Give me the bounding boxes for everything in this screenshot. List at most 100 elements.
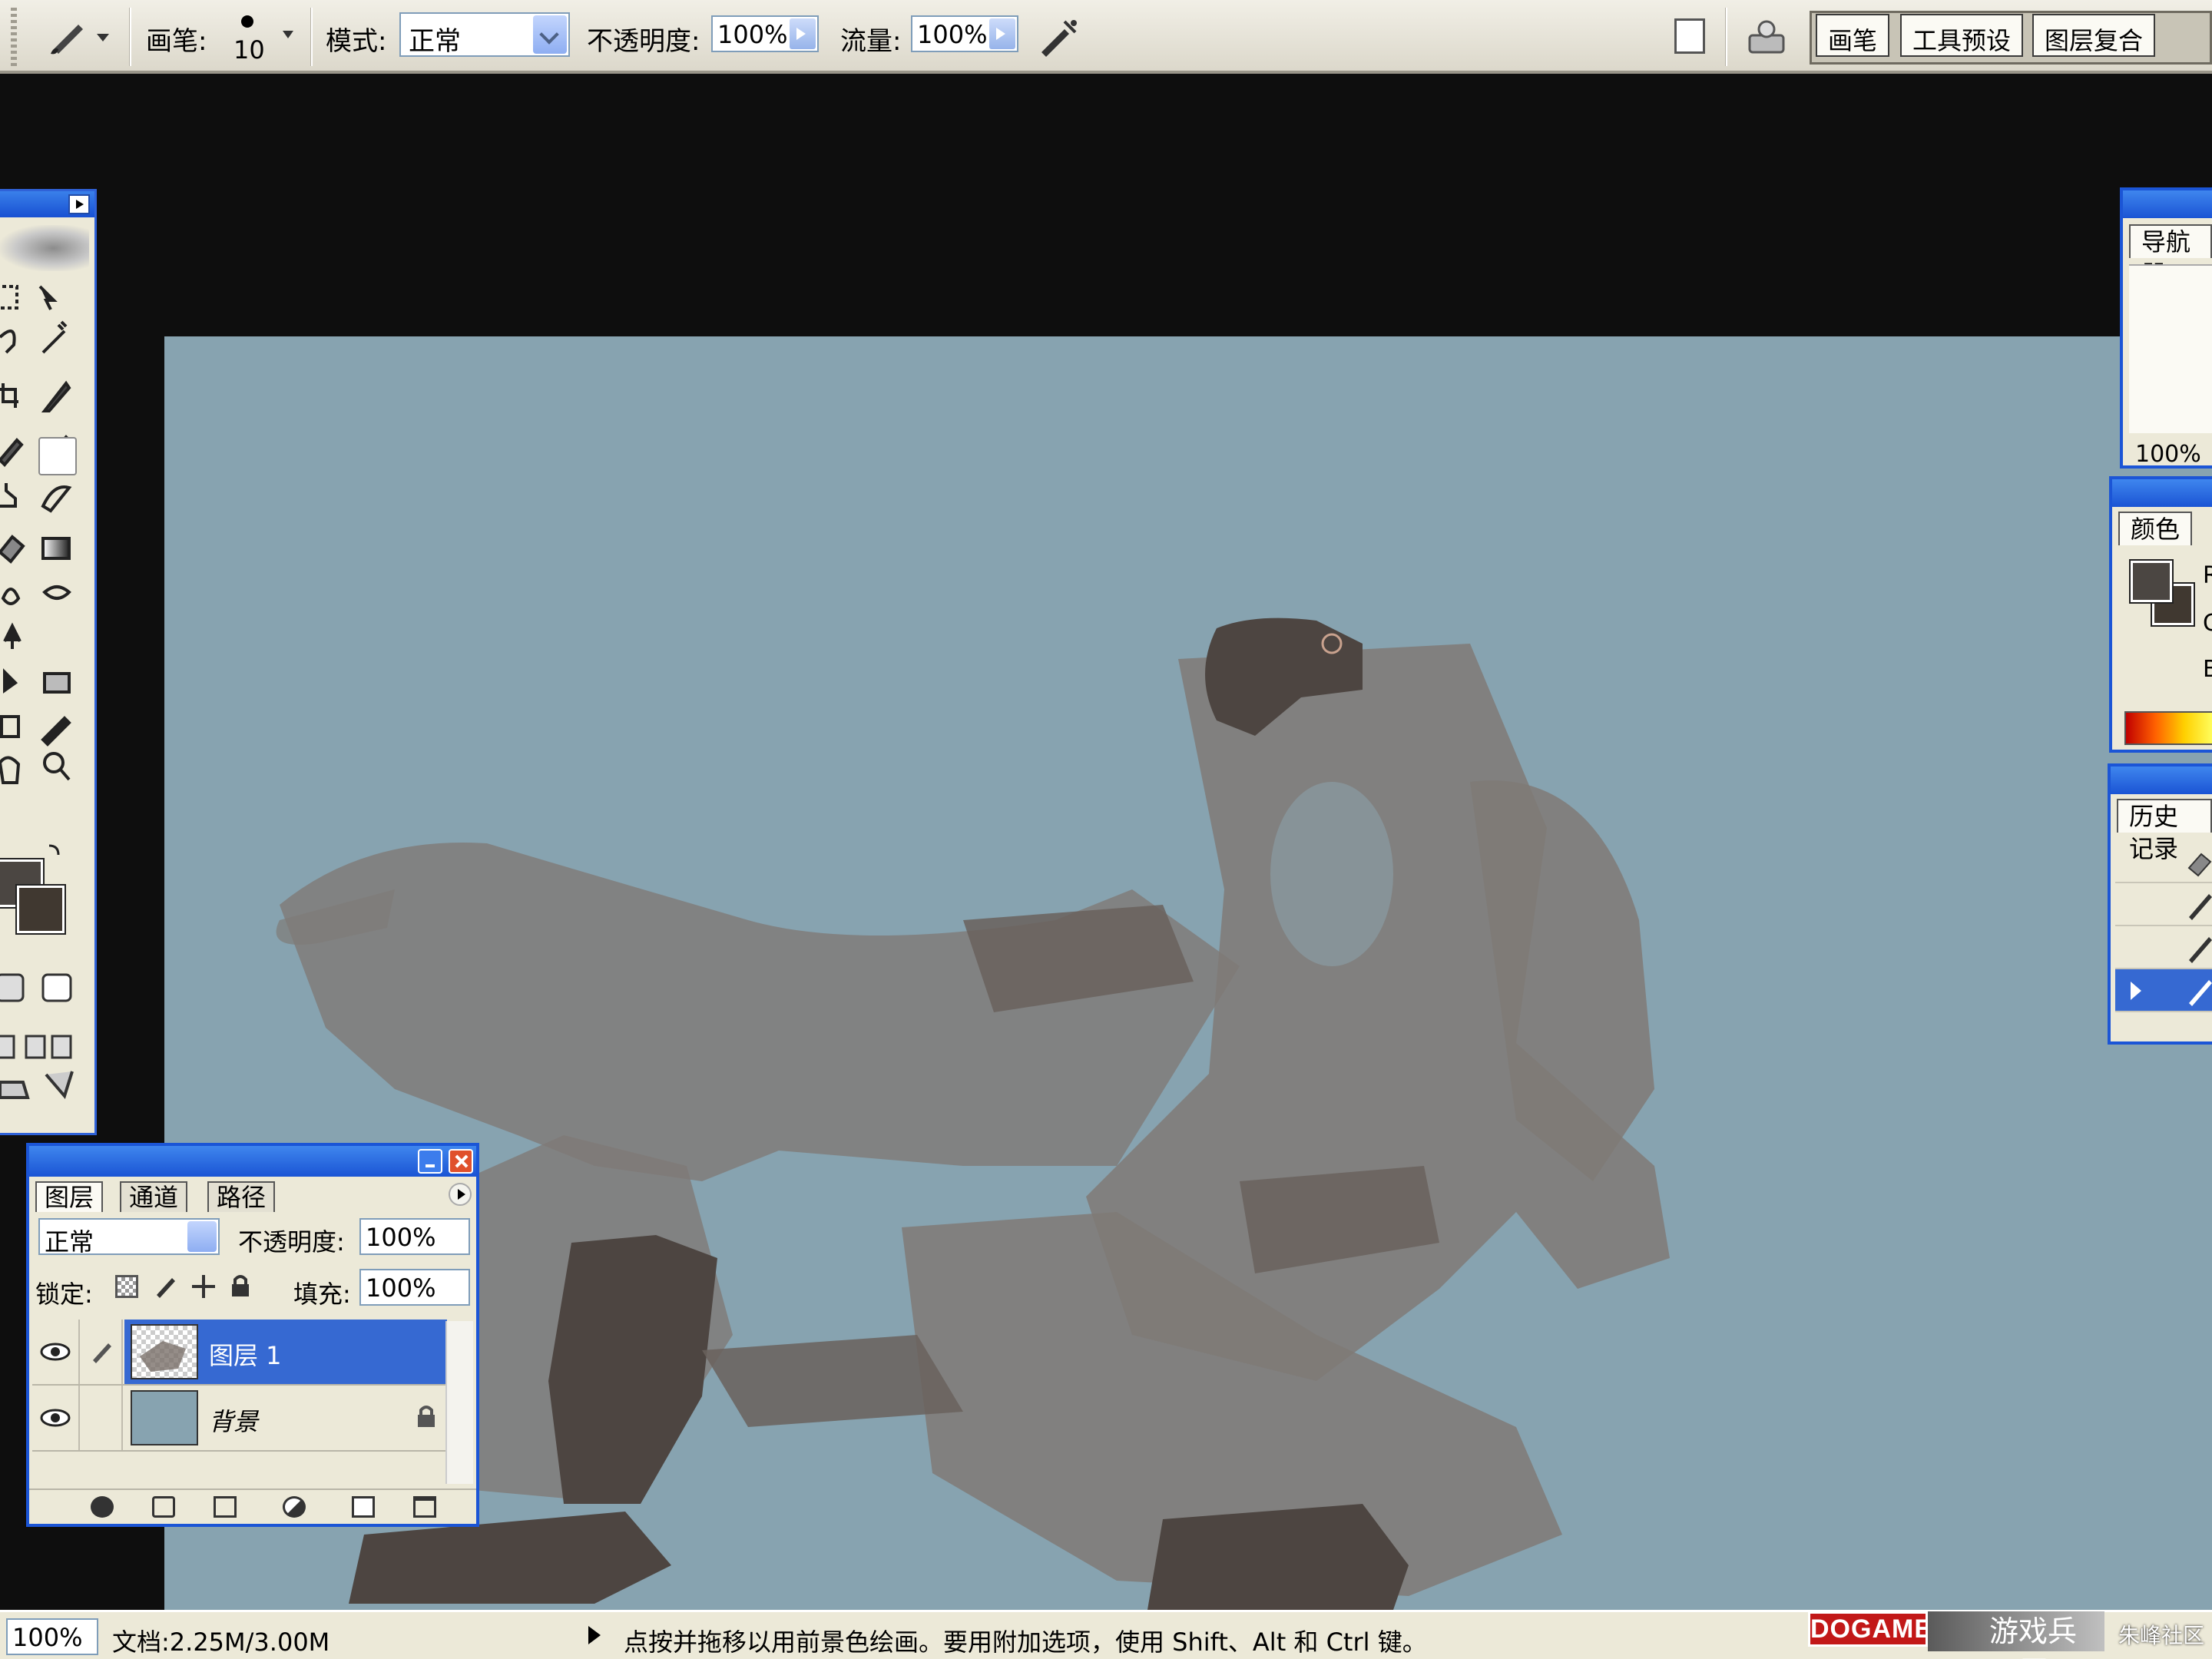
history-step[interactable] — [2115, 840, 2212, 883]
lasso-tool-icon — [0, 329, 16, 354]
opacity-label: 不透明度: — [587, 26, 700, 57]
lock-all-icon[interactable] — [230, 1275, 250, 1298]
layer-link-cell[interactable] — [81, 1386, 123, 1450]
airbrush-icon[interactable] — [1034, 14, 1083, 60]
new-group-icon[interactable] — [214, 1496, 237, 1518]
color-panel-foreground-swatch[interactable] — [2129, 559, 2174, 604]
adobe-feather-icon[interactable] — [0, 225, 89, 271]
brand-name: 游戏兵工厂 — [1928, 1611, 2104, 1659]
lock-icon — [416, 1406, 436, 1429]
brush-picker[interactable]: 10 — [227, 8, 304, 69]
tab-paths[interactable]: 路径 — [207, 1181, 276, 1212]
pen-tool-icon — [3, 622, 22, 649]
mode-select[interactable]: 正常 — [399, 12, 570, 57]
layer-row[interactable]: 图层 1 — [32, 1320, 447, 1386]
screen-mode-standard-icon — [0, 1035, 15, 1059]
standard-mode-icon — [0, 973, 25, 1002]
flow-field[interactable]: 100% — [911, 15, 1018, 52]
magic-wand-icon — [41, 320, 68, 354]
clone-stamp-icon — [0, 483, 17, 508]
mode-value: 正常 — [409, 26, 461, 57]
options-bar-grip[interactable] — [11, 8, 17, 66]
navigator-zoom[interactable]: 100% — [2135, 441, 2201, 465]
history-step[interactable] — [2115, 926, 2212, 969]
layer-name-cell[interactable]: 图层 1 — [124, 1320, 447, 1384]
jump-to-imageready-icon — [0, 1071, 74, 1100]
blend-mode-select[interactable]: 正常 — [38, 1218, 220, 1257]
eye-icon[interactable] — [32, 1386, 80, 1450]
layer-opacity-label: 不透明度: — [238, 1227, 345, 1257]
panel-menu-button[interactable] — [449, 1183, 472, 1206]
layers-scrollbar[interactable] — [445, 1321, 473, 1484]
navigator-titlebar[interactable] — [2123, 190, 2212, 218]
close-button[interactable] — [449, 1149, 473, 1174]
status-menu-arrow-icon[interactable] — [588, 1626, 601, 1644]
layer-thumbnail — [131, 1390, 198, 1445]
chevron-right-icon[interactable] — [989, 18, 1015, 49]
shape-tool-icon — [43, 672, 71, 694]
toolbox-titlebar[interactable] — [0, 191, 94, 217]
screen-mode-full-menu-icon — [25, 1035, 46, 1059]
toolbox-menu-button[interactable] — [68, 194, 90, 214]
document-size-info[interactable]: 文档:2.25M/3.00M — [112, 1623, 329, 1658]
layer-opacity-field[interactable]: 100% — [359, 1218, 470, 1255]
lock-transparency-icon[interactable] — [115, 1275, 138, 1298]
brush-tool-preset-icon[interactable] — [43, 15, 112, 58]
layer-row[interactable]: 背景 — [32, 1386, 447, 1452]
color-panel: 颜色 R G B — [2109, 476, 2212, 753]
opacity-field[interactable]: 100% — [711, 15, 819, 52]
palette-tab-tool-presets[interactable]: 工具预设 — [1900, 14, 2024, 57]
brush-tool-button[interactable] — [38, 437, 77, 475]
tab-channels[interactable]: 通道 — [120, 1181, 188, 1212]
eraser-icon — [2187, 853, 2212, 877]
history-brush-icon — [41, 485, 72, 513]
tab-color[interactable]: 颜色 — [2118, 512, 2193, 545]
color-spectrum-ramp[interactable] — [2124, 711, 2212, 745]
history-step[interactable] — [2115, 883, 2212, 926]
history-step[interactable] — [2115, 969, 2212, 1012]
document-icon[interactable] — [1674, 18, 1705, 54]
brush-size: 10 — [233, 35, 265, 65]
tab-navigator[interactable]: 导航器 — [2129, 224, 2212, 289]
blur-tool-icon — [1, 588, 21, 605]
channel-b-label: B — [2203, 656, 2212, 683]
minimize-button[interactable] — [418, 1149, 442, 1174]
blend-mode-value: 正常 — [45, 1227, 94, 1257]
history-titlebar[interactable] — [2111, 767, 2212, 794]
channel-g-label: G — [2203, 610, 2212, 637]
lock-label: 锁定: — [35, 1280, 93, 1309]
color-titlebar[interactable] — [2112, 479, 2212, 507]
options-bar: 画笔: 10 模式: 正常 不透明度: 100% 流量: 100% 画笔 工具预… — [0, 0, 2212, 74]
file-browser-icon[interactable] — [1745, 15, 1788, 57]
add-mask-icon[interactable] — [152, 1496, 175, 1518]
brush-link-icon[interactable] — [81, 1320, 123, 1384]
fill-field[interactable]: 100% — [359, 1269, 470, 1306]
layer-name-cell[interactable]: 背景 — [124, 1386, 447, 1450]
layer-style-icon[interactable] — [91, 1496, 114, 1518]
notes-tool-icon — [0, 715, 20, 738]
path-select-icon — [2, 668, 18, 694]
swap-colors-icon — [48, 844, 60, 856]
chevron-right-icon[interactable] — [790, 18, 816, 49]
eraser-tool-icon — [0, 535, 25, 564]
watermark: 朱峰社区 — [2118, 1623, 2204, 1648]
dodge-tool-icon — [42, 585, 71, 600]
chevron-down-icon — [187, 1221, 217, 1252]
lock-position-icon[interactable] — [190, 1273, 217, 1300]
palette-tab-brushes[interactable]: 画笔 — [1816, 14, 1890, 57]
tab-history[interactable]: 历史记录 — [2117, 799, 2212, 863]
tab-layers[interactable]: 图层 — [35, 1181, 104, 1212]
mode-label: 模式: — [326, 26, 387, 57]
eye-icon[interactable] — [32, 1320, 80, 1384]
lock-image-icon[interactable] — [154, 1275, 177, 1298]
trash-icon[interactable] — [413, 1496, 436, 1518]
fill-value: 100% — [366, 1273, 436, 1303]
healing-brush-icon — [0, 438, 24, 467]
new-layer-icon[interactable] — [352, 1496, 375, 1518]
zoom-field[interactable]: 100% — [6, 1618, 98, 1655]
background-color-swatch[interactable] — [15, 884, 66, 935]
tool-hint: 点按并拖移以用前景色绘画。要用附加选项，使用 Shift、Alt 和 Ctrl … — [624, 1628, 1427, 1657]
adjustment-layer-icon[interactable] — [283, 1496, 306, 1518]
palette-tab-layer-comps[interactable]: 图层复合 — [2032, 14, 2156, 57]
layers-panel-titlebar[interactable] — [29, 1146, 476, 1177]
